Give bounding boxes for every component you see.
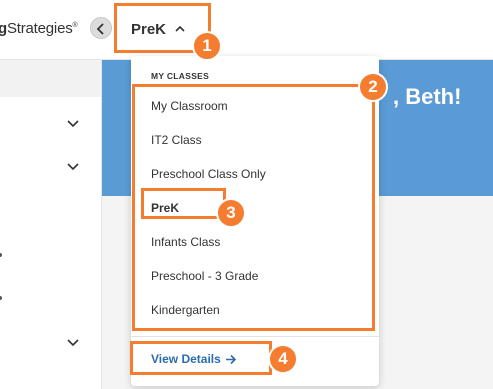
chevron-left-icon [96, 23, 104, 35]
welcome-greeting: , Beth! [393, 84, 462, 109]
brand-logo-mark: ® [72, 22, 78, 29]
sidebar-item-marker [0, 296, 2, 300]
chevron-down-icon[interactable] [67, 120, 79, 128]
brand-logo[interactable]: gStrategies® [0, 20, 78, 37]
top-bar: gStrategies® PreK [0, 0, 493, 60]
brand-logo-text: Strategies [6, 20, 73, 37]
my-classes-heading: MY CLASSES [151, 71, 210, 81]
chevron-down-icon[interactable] [67, 339, 79, 347]
highlight-view-details [130, 341, 272, 375]
sidebar-header [0, 60, 101, 97]
callout-badge-1: 1 [192, 31, 222, 61]
sidebar-item-marker [0, 253, 2, 257]
collapse-sidebar-button[interactable] [90, 17, 112, 39]
class-switcher-label: PreK [131, 21, 167, 38]
dropdown-divider [131, 336, 379, 337]
brand-logo-bold: g [0, 20, 7, 37]
callout-badge-3: 3 [216, 198, 246, 228]
sidebar [0, 60, 102, 389]
callout-badge-2: 2 [358, 72, 388, 102]
chevron-up-icon [175, 25, 185, 32]
highlight-prek-item [141, 188, 226, 219]
callout-badge-4: 4 [268, 344, 298, 374]
chevron-down-icon[interactable] [67, 163, 79, 171]
